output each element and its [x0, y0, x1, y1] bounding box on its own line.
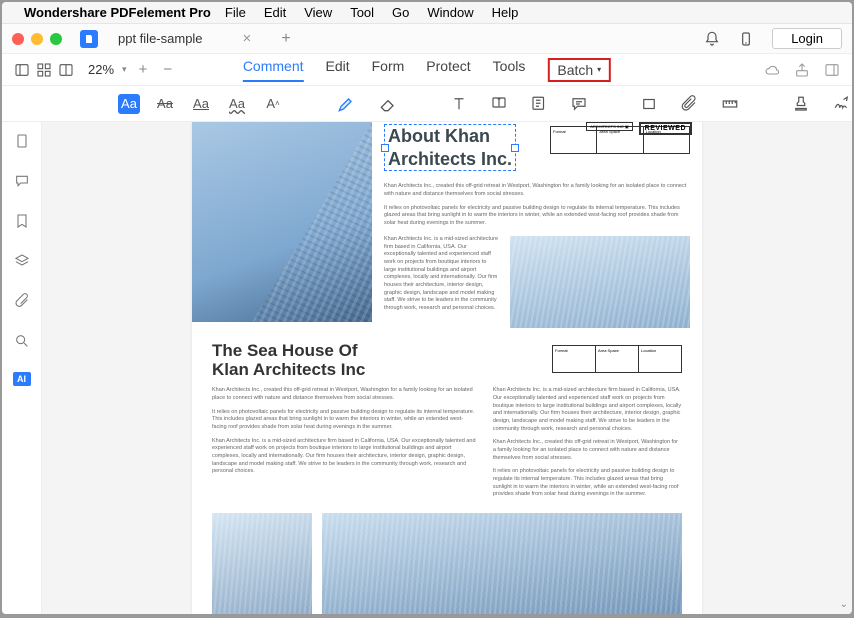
- zoom-value[interactable]: 22%: [88, 62, 114, 77]
- body-text: Khan Architects Inc., created this off-g…: [384, 183, 690, 198]
- tab-comment[interactable]: Comment: [243, 58, 304, 82]
- attachment-sidebar-icon[interactable]: [13, 292, 31, 310]
- tabbar: ppt file-sample × + Login: [2, 24, 852, 54]
- body-text: Khan Architects Inc. is a mid-sized arch…: [493, 387, 682, 433]
- strikethrough-button[interactable]: Aa: [154, 94, 176, 114]
- menu-file[interactable]: File: [225, 5, 246, 20]
- body-text: It relies on photovoltaic panels for ele…: [384, 205, 690, 228]
- sign-in-button[interactable]: Login: [772, 28, 842, 49]
- app-logo-icon: [80, 30, 98, 48]
- info-box-location: Location: [639, 346, 681, 372]
- minimize-window-button[interactable]: [31, 33, 43, 45]
- tab-tools[interactable]: Tools: [493, 58, 526, 82]
- building-image: [192, 122, 372, 322]
- tab-protect[interactable]: Protect: [426, 58, 470, 82]
- reading-view-icon[interactable]: [58, 62, 74, 78]
- stamp-icon[interactable]: [792, 94, 810, 114]
- window-controls: [12, 33, 62, 45]
- maximize-window-button[interactable]: [50, 33, 62, 45]
- tab-batch[interactable]: Batch ▾: [547, 58, 611, 82]
- body-text: Khan Architects Inc. is a mid-sized arch…: [212, 438, 477, 476]
- menubar: Wondershare PDFelement Pro File Edit Vie…: [2, 2, 852, 24]
- text-box-icon[interactable]: [450, 94, 468, 114]
- building-image: [322, 513, 682, 614]
- comment-toolbar: Aa Aa Aa Aa A˄: [2, 86, 852, 122]
- layers-icon[interactable]: [13, 252, 31, 270]
- menu-edit[interactable]: Edit: [264, 5, 286, 20]
- chevron-down-icon: ▾: [597, 65, 601, 74]
- share-icon[interactable]: [794, 62, 810, 78]
- new-tab-button[interactable]: +: [281, 30, 290, 48]
- document-view[interactable]: ARCHITECTS INC ▣ REVIEWED About Khan Arc…: [42, 122, 852, 614]
- bell-icon[interactable]: [704, 31, 720, 47]
- note-icon[interactable]: [530, 94, 548, 114]
- sidebar-toggle-icon[interactable]: [14, 62, 30, 78]
- info-boxes: Format Area Space Location: [552, 345, 682, 373]
- scroll-arrow-icon[interactable]: ⌄: [840, 599, 848, 610]
- highlighter-icon[interactable]: [336, 94, 356, 114]
- body-text: Khan Architects Inc., created this off-g…: [493, 439, 682, 462]
- signature-icon[interactable]: [832, 94, 852, 114]
- cloud-icon[interactable]: [764, 62, 780, 78]
- sea-heading-l1: The Sea House Of: [212, 341, 357, 360]
- highlight-text-button[interactable]: Aa: [118, 94, 140, 114]
- body-text: Khan Architects Inc. is a mid-sized arch…: [384, 236, 500, 313]
- menu-go[interactable]: Go: [392, 5, 409, 20]
- info-box-format: Format: [553, 346, 596, 372]
- menu-window[interactable]: Window: [427, 5, 473, 20]
- menu-tool[interactable]: Tool: [350, 5, 374, 20]
- tab-close-icon[interactable]: ×: [243, 30, 252, 47]
- thumbnails-icon[interactable]: [36, 62, 52, 78]
- panel-right-icon[interactable]: [824, 62, 840, 78]
- building-image: [212, 513, 312, 614]
- zoom-in-button[interactable]: +: [135, 61, 152, 78]
- app-title[interactable]: Wondershare PDFelement Pro: [24, 5, 211, 20]
- main-toolbar: 22% ▾ + − Comment Edit Form Protect Tool…: [2, 54, 852, 86]
- about-heading-l1: About Khan: [385, 125, 515, 148]
- body-text: Khan Architects Inc., created this off-g…: [212, 387, 477, 402]
- zoom-dropdown-icon[interactable]: ▾: [122, 64, 127, 75]
- caret-insert-button[interactable]: A˄: [262, 94, 284, 114]
- tab-title: ppt file-sample: [118, 31, 203, 46]
- close-window-button[interactable]: [12, 33, 24, 45]
- tab-form[interactable]: Form: [372, 58, 405, 82]
- search-icon[interactable]: [13, 332, 31, 350]
- tab-edit[interactable]: Edit: [326, 58, 350, 82]
- logo-box: ARCHITECTS INC ▣: [586, 122, 632, 131]
- measure-icon[interactable]: [720, 94, 740, 114]
- sea-heading-l2: Klan Architects Inc: [212, 360, 365, 379]
- editing-text-selection[interactable]: About Khan Architects Inc.: [384, 124, 516, 171]
- bookmark-icon[interactable]: [13, 212, 31, 230]
- squiggly-button[interactable]: Aa: [226, 94, 248, 114]
- eraser-icon[interactable]: [378, 94, 398, 114]
- comment-icon[interactable]: [570, 94, 588, 114]
- mode-tabs: Comment Edit Form Protect Tools Batch ▾: [243, 58, 611, 82]
- underline-button[interactable]: Aa: [190, 94, 212, 114]
- ai-button[interactable]: AI: [13, 372, 31, 386]
- building-image: [510, 236, 690, 328]
- menu-help[interactable]: Help: [492, 5, 519, 20]
- zoom-control: 22% ▾ + −: [88, 61, 176, 78]
- body-text: It relies on photovoltaic panels for ele…: [493, 468, 682, 499]
- rectangle-icon[interactable]: [640, 94, 658, 114]
- menu-view[interactable]: View: [304, 5, 332, 20]
- pdf-page: ARCHITECTS INC ▣ REVIEWED About Khan Arc…: [192, 122, 702, 614]
- annotation-icon[interactable]: [13, 172, 31, 190]
- callout-icon[interactable]: [490, 94, 508, 114]
- left-sidebar: AI: [2, 122, 42, 614]
- reviewed-stamp: REVIEWED: [639, 122, 692, 135]
- page-thumbnail-icon[interactable]: [13, 132, 31, 150]
- about-heading-l2: Architects Inc.: [385, 148, 515, 171]
- zoom-out-button[interactable]: −: [159, 61, 176, 78]
- mobile-icon[interactable]: [738, 31, 754, 47]
- body-text: It relies on photovoltaic panels for ele…: [212, 409, 477, 432]
- document-tab[interactable]: ppt file-sample ×: [108, 27, 261, 51]
- batch-label: Batch: [557, 62, 593, 78]
- attachment-icon[interactable]: [680, 94, 698, 114]
- info-box-area: Area Space: [596, 346, 639, 372]
